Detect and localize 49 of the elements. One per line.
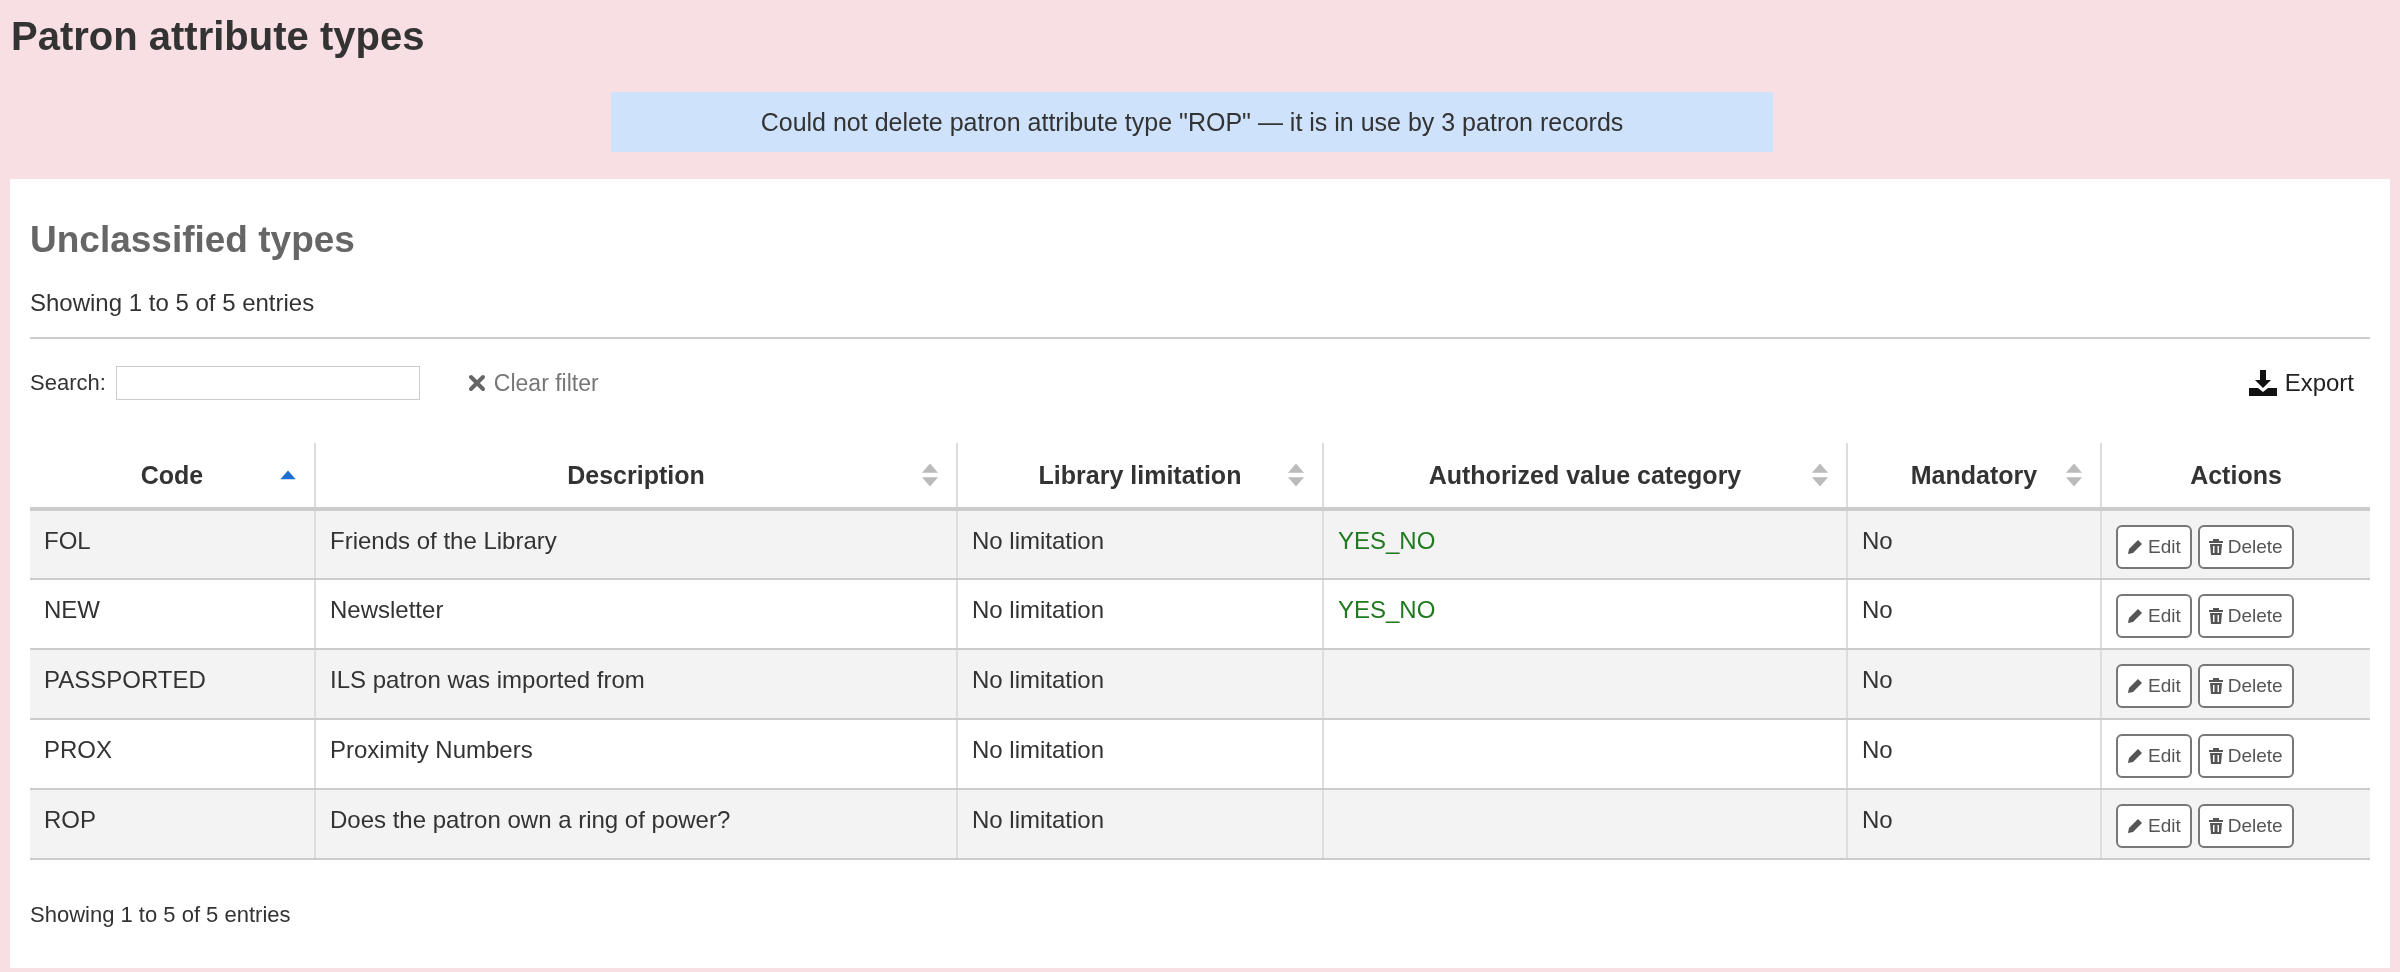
edit-button[interactable]: Edit bbox=[2116, 664, 2192, 708]
pencil-icon bbox=[2127, 678, 2143, 694]
table-cell: No bbox=[1847, 509, 2101, 579]
sort-icon bbox=[1812, 463, 1828, 487]
edit-button[interactable]: Edit bbox=[2116, 734, 2192, 778]
table-cell: No limitation bbox=[957, 789, 1323, 859]
trash-icon bbox=[2208, 818, 2223, 834]
trash-icon bbox=[2208, 539, 2223, 555]
table-cell: ILS patron was imported from bbox=[315, 649, 957, 719]
search-label: Search: bbox=[30, 370, 106, 396]
table-cell: No limitation bbox=[957, 509, 1323, 579]
delete-button[interactable]: Delete bbox=[2197, 664, 2294, 708]
entries-info: Showing 1 to 5 of 5 entries bbox=[30, 289, 316, 317]
page-title: Patron attribute types bbox=[10, 13, 426, 60]
delete-button[interactable]: Delete bbox=[2197, 594, 2294, 638]
table-cell: FOL bbox=[30, 509, 315, 579]
table-cell: No bbox=[1847, 789, 2101, 859]
delete-button[interactable]: Delete bbox=[2197, 734, 2294, 778]
pencil-icon bbox=[2127, 608, 2143, 624]
pencil-icon bbox=[2127, 818, 2143, 834]
delete-button[interactable]: Delete bbox=[2197, 525, 2294, 569]
table-cell: No limitation bbox=[957, 649, 1323, 719]
table-cell: Does the patron own a ring of power? bbox=[315, 789, 957, 859]
search-field[interactable] bbox=[115, 366, 420, 400]
pencil-icon bbox=[2127, 539, 2143, 555]
table-cell: Friends of the Library bbox=[315, 509, 957, 579]
trash-icon bbox=[2208, 678, 2223, 694]
delete-button[interactable]: Delete bbox=[2197, 804, 2294, 848]
sort-icon bbox=[1288, 463, 1304, 487]
download-icon bbox=[2248, 370, 2277, 396]
trash-icon bbox=[2208, 608, 2223, 624]
section-title: Unclassified types bbox=[30, 219, 356, 261]
table-cell: No bbox=[1847, 649, 2101, 719]
sort-icon bbox=[922, 463, 938, 487]
export-button[interactable]: Export bbox=[2242, 368, 2360, 398]
trash-icon bbox=[2208, 748, 2223, 764]
table-cell: YES_NO bbox=[1323, 509, 1847, 579]
edit-button[interactable]: Edit bbox=[2116, 594, 2192, 638]
entries-info: Showing 1 to 5 of 5 entries bbox=[30, 902, 292, 928]
table-cell: ROP bbox=[30, 789, 315, 859]
sort-ascending-icon bbox=[280, 470, 296, 480]
alert-message: Could not delete patron attribute type "ROP" — it is in use by 3 patron records bbox=[611, 92, 1773, 152]
sort-icon bbox=[2066, 463, 2082, 487]
edit-button[interactable]: Edit bbox=[2116, 804, 2192, 848]
clear-filter-link[interactable]: Clear filter bbox=[461, 368, 605, 398]
pencil-icon bbox=[2127, 748, 2143, 764]
table-cell: PASSPORTED bbox=[30, 649, 315, 719]
close-icon bbox=[467, 374, 486, 392]
edit-button[interactable]: Edit bbox=[2116, 525, 2192, 569]
